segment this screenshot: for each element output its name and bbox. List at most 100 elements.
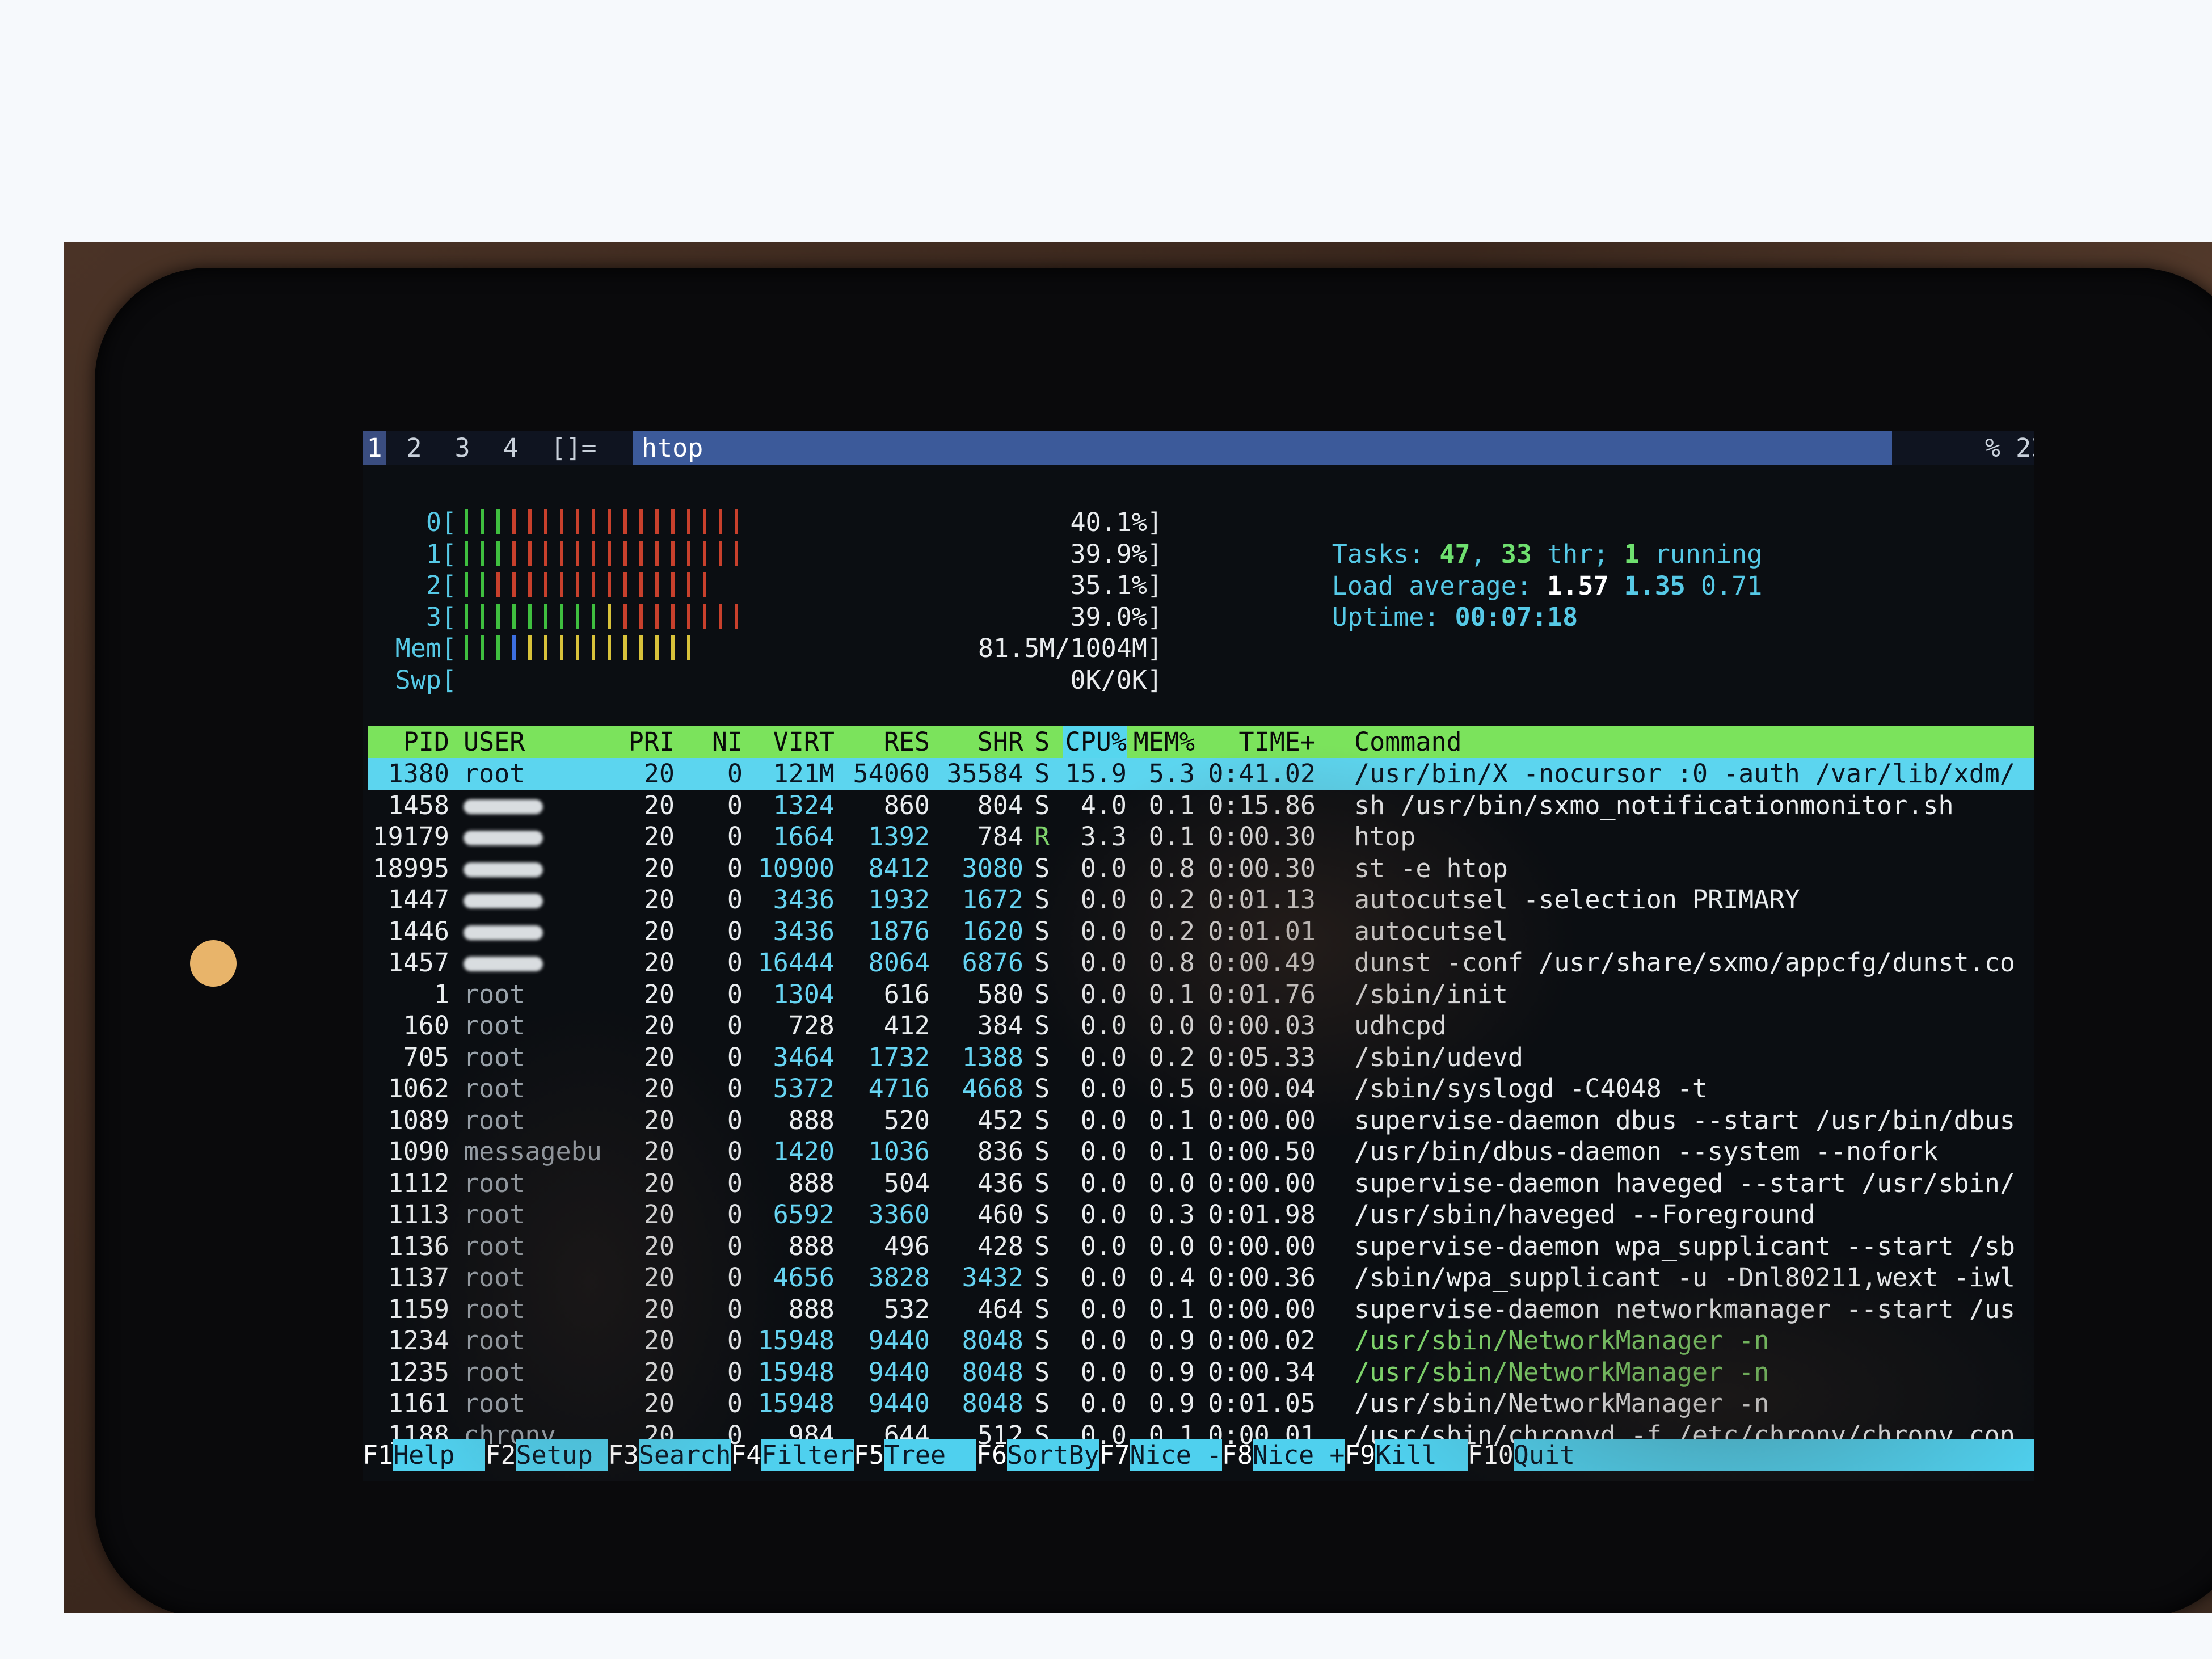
cell-user: root bbox=[464, 1168, 525, 1198]
cell-res: 496 bbox=[883, 1231, 930, 1261]
table-row[interactable]: 1458 20 0 1324 860 804 S 4.0 0.1 0:15.86 sh /usr/b… bbox=[368, 790, 2034, 822]
cell-shr: 3080 bbox=[962, 853, 1023, 883]
tab-3[interactable]: 3 bbox=[450, 431, 474, 465]
meter-value: 39.9%] bbox=[1070, 539, 1162, 569]
cell-pid: 1446 bbox=[387, 916, 449, 946]
cell-s: S bbox=[1034, 979, 1050, 1009]
cell-time: 0:00.00 bbox=[1208, 1231, 1316, 1261]
col-pid: PID bbox=[403, 727, 449, 757]
cell-cpu: 0.0 bbox=[1080, 916, 1127, 946]
cell-mem: 0.9 bbox=[1148, 1325, 1195, 1355]
meter-tick bbox=[639, 604, 643, 629]
cell-res: 9440 bbox=[868, 1357, 930, 1387]
tab-1[interactable]: 1 bbox=[363, 431, 386, 465]
table-row[interactable]: 1447 20 0 3436 1932 1672 S 0.0 0.2 0:01.13 autocut… bbox=[368, 884, 2034, 916]
cell-command: autocutsel -selection PRIMARY bbox=[1354, 885, 1800, 915]
tab-2[interactable]: 2 bbox=[402, 431, 426, 465]
meter-tick bbox=[655, 541, 659, 566]
col-state: S bbox=[1034, 727, 1050, 757]
cell-user bbox=[464, 884, 543, 916]
cell-s: S bbox=[1034, 1262, 1050, 1292]
tab-4[interactable]: 4 bbox=[499, 431, 523, 465]
table-row[interactable]: 1136 root 20 0 888 496 428 S 0.0 0.0 0:00.00 superv… bbox=[368, 1231, 2034, 1262]
cell-cpu: 4.0 bbox=[1080, 790, 1127, 820]
fkey-label-f9[interactable]: Kill bbox=[1375, 1439, 1468, 1471]
table-row[interactable]: 1090 messagebu 20 0 1420 1036 836 S 0.0 0.1 0:00.5… bbox=[368, 1136, 2034, 1168]
fkey-label-f2[interactable]: Setup bbox=[516, 1439, 608, 1471]
fkey-label-f3[interactable]: Search bbox=[638, 1439, 731, 1471]
cell-s: R bbox=[1034, 822, 1050, 852]
cell-virt: 888 bbox=[788, 1105, 835, 1135]
cell-mem: 0.8 bbox=[1148, 948, 1195, 978]
cell-pid: 1 bbox=[433, 979, 449, 1009]
cell-shr: 384 bbox=[977, 1010, 1023, 1041]
fkey-label-f1[interactable]: Help bbox=[393, 1439, 486, 1471]
layout-symbol[interactable]: []= bbox=[545, 431, 602, 465]
cell-command: /usr/sbin/NetworkManager -n bbox=[1354, 1388, 1769, 1418]
cell-virt: 6592 bbox=[773, 1199, 835, 1229]
fkey-label-f4[interactable]: Filter bbox=[761, 1439, 854, 1471]
redacted-user bbox=[464, 925, 543, 940]
table-row[interactable]: 19179 20 0 1664 1392 784 R 3.3 0.1 0:00.30 htop bbox=[368, 821, 2034, 853]
cell-pri: 20 bbox=[643, 1262, 675, 1292]
table-row[interactable]: 1161 root 20 0 15948 9440 8048 S 0.0 0.9 0:01.05/u… bbox=[368, 1388, 2034, 1420]
cell-virt: 3436 bbox=[773, 916, 835, 946]
fkey-f7[interactable]: F7 bbox=[1099, 1439, 1130, 1471]
fkey-label-f8[interactable]: Nice + bbox=[1252, 1439, 1345, 1471]
fkey-f8[interactable]: F8 bbox=[1222, 1439, 1253, 1471]
cell-command: /usr/bin/dbus-daemon --system --nofork bbox=[1354, 1136, 1939, 1167]
cell-time: 0:00.00 bbox=[1208, 1168, 1316, 1198]
table-row[interactable]: 160 root 20 0 728 412 384 S 0.0 0.0 0:00.03 udhcpd bbox=[368, 1010, 2034, 1042]
meter-tick bbox=[544, 572, 547, 597]
table-row[interactable]: 1089 root 20 0 888 520 452 S 0.0 0.1 0:00.00 superv… bbox=[368, 1105, 2034, 1136]
table-row[interactable]: 1457 20 0 16444 8064 6876 S 0.0 0.8 0:00.49 dunst … bbox=[368, 947, 2034, 979]
table-row[interactable]: 1235 root 20 0 15948 9440 8048 S 0.0 0.9 0:00.34/u… bbox=[368, 1357, 2034, 1388]
cell-ni: 0 bbox=[727, 916, 743, 946]
table-row[interactable]: 1112 root 20 0 888 504 436 S 0.0 0.0 0:00.00 superv… bbox=[368, 1168, 2034, 1199]
table-row[interactable]: 1380 root 20 0 121M 54060 35584 S 15.9 5.3 0:41.02… bbox=[368, 758, 2034, 790]
meter-tick bbox=[512, 604, 516, 629]
cell-command: /usr/sbin/NetworkManager -n bbox=[1354, 1357, 1769, 1387]
fkey-label-f7[interactable]: Nice - bbox=[1130, 1439, 1222, 1471]
table-row[interactable]: 18995 20 0 10900 8412 3080 S 0.0 0.8 0:00.30 st -e… bbox=[368, 853, 2034, 885]
fkey-f9[interactable]: F9 bbox=[1345, 1439, 1375, 1471]
fkey-f3[interactable]: F3 bbox=[608, 1439, 639, 1471]
cell-cpu: 15.9 bbox=[1065, 759, 1127, 789]
fkey-label-f6[interactable]: SortBy bbox=[1007, 1439, 1099, 1471]
table-row[interactable]: 1062 root 20 0 5372 4716 4668 S 0.0 0.5 0:00.04/sb… bbox=[368, 1073, 2034, 1105]
cell-time: 0:00.00 bbox=[1208, 1294, 1316, 1324]
cell-pid: 1234 bbox=[387, 1325, 449, 1355]
table-row[interactable]: 1446 20 0 3436 1876 1620 S 0.0 0.2 0:01.01 autocut… bbox=[368, 916, 2034, 948]
meter-tick bbox=[481, 604, 484, 629]
cell-command: htop bbox=[1354, 822, 1416, 852]
meter-tick bbox=[687, 604, 690, 629]
table-row[interactable]: 1137 root 20 0 4656 3828 3432 S 0.0 0.4 0:00.36/sb… bbox=[368, 1262, 2034, 1294]
fkey-f6[interactable]: F6 bbox=[976, 1439, 1007, 1471]
fkey-f10[interactable]: F10 bbox=[1468, 1439, 1514, 1471]
cell-command: st -e htop bbox=[1354, 853, 1508, 883]
table-row[interactable]: 1 root 20 0 1304 616 580 S 0.0 0.1 0:01.76/sbin/in… bbox=[368, 979, 2034, 1010]
meter-label: 0[ bbox=[425, 507, 457, 537]
fkey-f4[interactable]: F4 bbox=[731, 1439, 761, 1471]
meter-tick bbox=[576, 604, 579, 629]
col-user: USER bbox=[464, 727, 525, 757]
table-row[interactable]: 705 root 20 0 3464 1732 1388 S 0.0 0.2 0:05.33/sbi… bbox=[368, 1042, 2034, 1073]
meter-tick bbox=[687, 509, 690, 534]
cell-pid: 1112 bbox=[387, 1168, 449, 1198]
cell-virt: 15948 bbox=[757, 1357, 835, 1387]
table-row[interactable]: 1113 root 20 0 6592 3360 460 S 0.0 0.3 0:01.98/usr… bbox=[368, 1199, 2034, 1231]
table-row[interactable]: 1234 root 20 0 15948 9440 8048 S 0.0 0.9 0:00.02/u… bbox=[368, 1325, 2034, 1357]
fkey-f2[interactable]: F2 bbox=[485, 1439, 516, 1471]
cell-time: 0:05.33 bbox=[1208, 1042, 1316, 1072]
fkey-label-f10[interactable]: Quit bbox=[1513, 1439, 2034, 1471]
cell-res: 8412 bbox=[868, 853, 930, 883]
cell-s: S bbox=[1034, 885, 1050, 915]
fkey-label-f5[interactable]: Tree bbox=[884, 1439, 976, 1471]
fkey-f1[interactable]: F1 bbox=[363, 1439, 393, 1471]
fkey-f5[interactable]: F5 bbox=[854, 1439, 884, 1471]
table-row[interactable]: 1159 root 20 0 888 532 464 S 0.0 0.1 0:00.00 superv… bbox=[368, 1294, 2034, 1325]
meter-bar bbox=[465, 635, 703, 660]
process-table-header[interactable]: PID USER PRI NI VIRT RES SHR S CPU% MEM%… bbox=[368, 726, 2034, 758]
col-mem: MEM% bbox=[1133, 727, 1195, 757]
cell-user: root bbox=[464, 759, 525, 789]
